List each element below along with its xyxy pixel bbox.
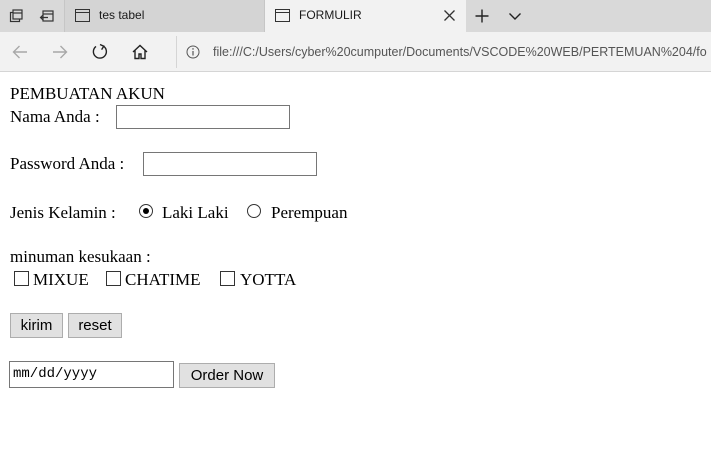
form-heading: PEMBUATAN AKUN [10, 84, 165, 103]
drink-label: minuman kesukaan : [10, 247, 151, 266]
date-placeholder: mm/dd/yyyy [13, 366, 98, 382]
gender-label: Jenis Kelamin : [10, 203, 116, 222]
checkbox-label: YOTTA [240, 270, 297, 289]
new-tab-icon[interactable] [474, 8, 490, 24]
order-now-button[interactable]: Order Now [179, 363, 275, 388]
address-url: file:///C:/Users/cyber%20cumputer/Docume… [213, 45, 707, 59]
gender-radio-laki-laki[interactable] [139, 204, 153, 218]
password-label: Password Anda : [10, 154, 125, 173]
checkbox-label: MIXUE [33, 270, 89, 289]
password-input[interactable] [143, 152, 317, 176]
tab-title: tes tabel [99, 8, 145, 22]
date-input[interactable]: mm/dd/yyyy [9, 361, 174, 388]
submit-button[interactable]: kirim [10, 313, 63, 338]
info-icon[interactable] [186, 45, 200, 59]
page-content: PEMBUATAN AKUN Nama Anda : Password Anda… [0, 73, 711, 459]
address-field[interactable]: file:///C:/Users/cyber%20cumputer/Docume… [176, 36, 711, 68]
set-tabs-aside-icon[interactable] [39, 8, 55, 24]
chevron-down-icon[interactable] [508, 8, 522, 24]
tab-tes-tabel[interactable]: tes tabel [64, 0, 265, 32]
name-label: Nama Anda : [10, 107, 100, 126]
checkbox-label: CHATIME [125, 270, 201, 289]
gender-radio-perempuan[interactable] [247, 204, 261, 218]
tab-bar: tes tabel FORMULIR [0, 0, 711, 32]
checkbox-yotta[interactable] [220, 271, 235, 286]
address-bar-row: file:///C:/Users/cyber%20cumputer/Docume… [0, 32, 711, 72]
name-input[interactable] [116, 105, 290, 129]
tab-formulir[interactable]: FORMULIR [265, 0, 466, 32]
back-icon[interactable] [11, 43, 29, 61]
page-icon [275, 9, 290, 22]
gender-option-label: Perempuan [271, 203, 348, 222]
checkbox-chatime[interactable] [106, 271, 121, 286]
reset-button[interactable]: reset [68, 313, 122, 338]
gender-option-label: Laki Laki [162, 203, 229, 222]
checkbox-mixue[interactable] [14, 271, 29, 286]
page-icon [75, 9, 90, 22]
home-icon[interactable] [131, 43, 149, 61]
refresh-icon[interactable] [91, 43, 109, 61]
forward-icon[interactable] [51, 43, 69, 61]
close-icon[interactable] [443, 9, 456, 22]
tab-preview-icon[interactable] [8, 8, 24, 24]
tab-title: FORMULIR [299, 8, 362, 22]
